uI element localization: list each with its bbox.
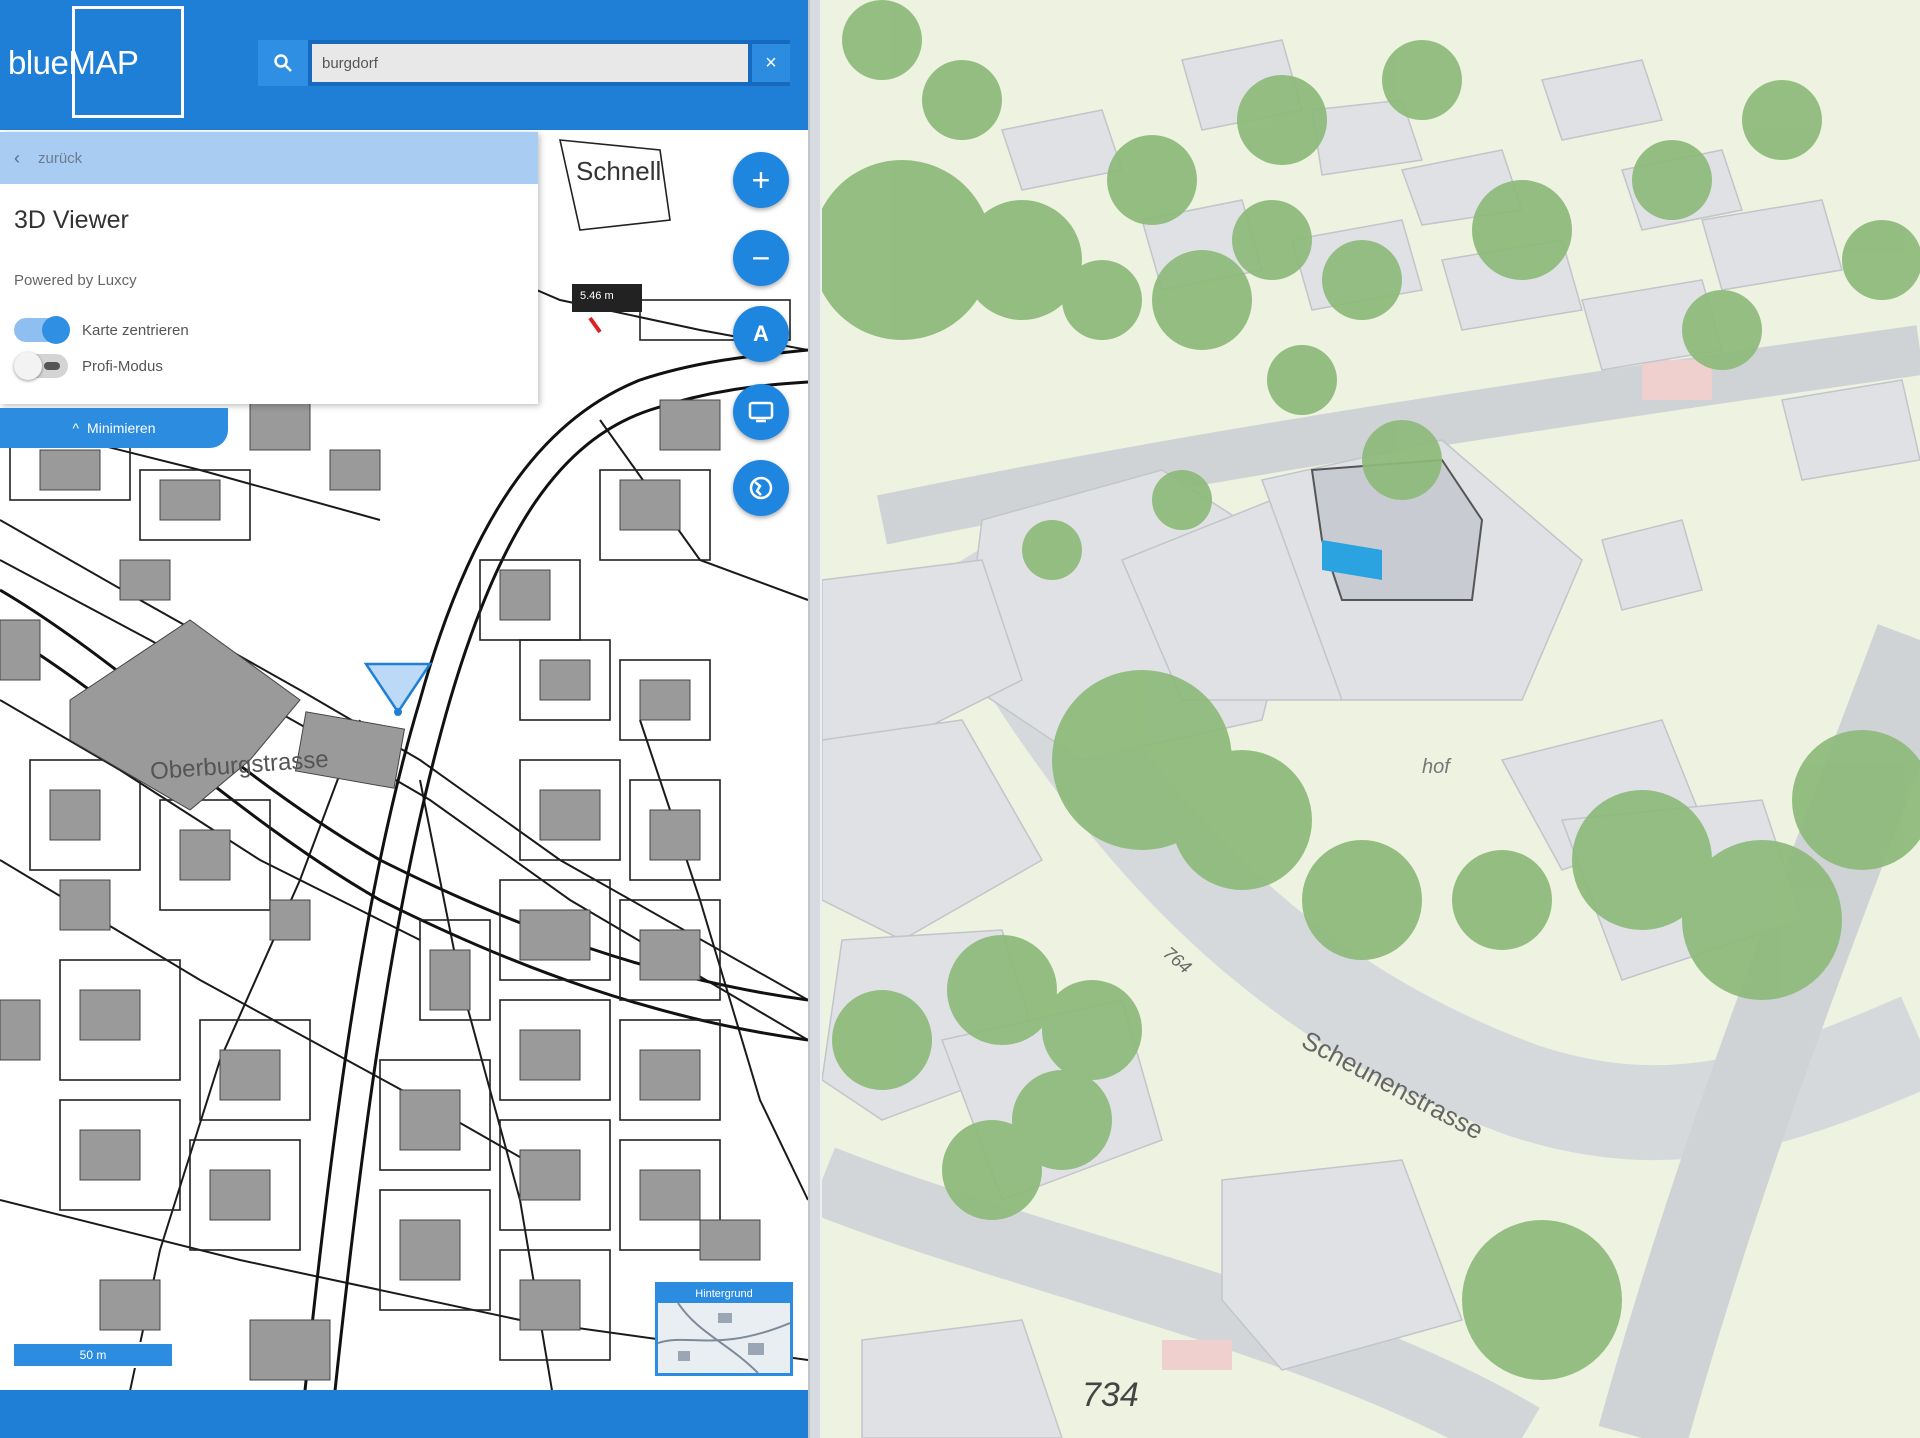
- globe-icon: [749, 476, 773, 500]
- back-button[interactable]: ‹ zurück: [0, 132, 538, 184]
- plus-icon: +: [751, 161, 771, 198]
- search-clear-button[interactable]: ×: [752, 44, 790, 82]
- minimize-label: Minimieren: [87, 420, 156, 436]
- minimize-button[interactable]: ^ Minimieren: [0, 408, 228, 448]
- toggle-row-profi: Profi-Modus: [14, 352, 163, 380]
- chevron-up-icon: ^: [72, 420, 80, 436]
- search-bar: ×: [258, 40, 790, 86]
- fullscreen-button[interactable]: [733, 384, 789, 440]
- map-2d-panel[interactable]: Schnell Oberburgstrasse 5.46 m blueMAP ×…: [0, 0, 808, 1438]
- profi-mode-label: Profi-Modus: [82, 357, 163, 375]
- scale-bar: 50 m: [12, 1342, 174, 1368]
- scale-label: 50 m: [79, 1348, 107, 1362]
- zoom-out-button[interactable]: −: [733, 230, 789, 286]
- back-label: zurück: [38, 149, 83, 167]
- measure-label: 5.46 m: [580, 290, 614, 302]
- search-input[interactable]: [312, 44, 748, 82]
- sync-map-toggle[interactable]: [14, 316, 70, 344]
- north-button[interactable]: A: [733, 306, 789, 362]
- basemap-preview: [658, 1303, 790, 1373]
- globe-button[interactable]: [733, 460, 789, 516]
- split-view-divider[interactable]: [808, 0, 822, 1438]
- parcel-number-label: 734: [1082, 1376, 1139, 1414]
- powered-by-text: Powered by Luxcy: [14, 272, 137, 289]
- toggle-row-sync: Karte zentrieren: [14, 316, 189, 344]
- 3d-scene[interactable]: [822, 0, 1920, 1438]
- sync-map-label: Karte zentrieren: [82, 321, 189, 339]
- bottom-bar: [0, 1390, 808, 1438]
- profi-mode-toggle[interactable]: [14, 352, 68, 380]
- basemap-label: Hintergrund: [658, 1285, 790, 1303]
- panel-title: 3D Viewer: [14, 206, 129, 234]
- search-button[interactable]: [258, 40, 308, 86]
- zoom-in-button[interactable]: +: [733, 152, 789, 208]
- screen-icon: [748, 401, 774, 423]
- search-icon: [274, 54, 292, 72]
- minus-icon: −: [751, 239, 771, 276]
- logo-text: blueMAP: [8, 44, 139, 81]
- place-label: hof: [1422, 756, 1450, 778]
- close-icon: ×: [765, 51, 777, 74]
- compass-icon: A: [753, 321, 769, 346]
- viewer-3d-panel[interactable]: Scheunenstrasse 734 764 hof: [822, 0, 1920, 1438]
- viewer-side-panel: ‹ zurück 3D Viewer Powered by Luxcy Kart…: [0, 132, 538, 404]
- logo[interactable]: blueMAP: [0, 0, 188, 124]
- map-street-label: Schnell: [576, 156, 662, 186]
- basemap-switcher[interactable]: Hintergrund: [655, 1282, 793, 1376]
- chevron-left-icon: ‹: [14, 147, 20, 168]
